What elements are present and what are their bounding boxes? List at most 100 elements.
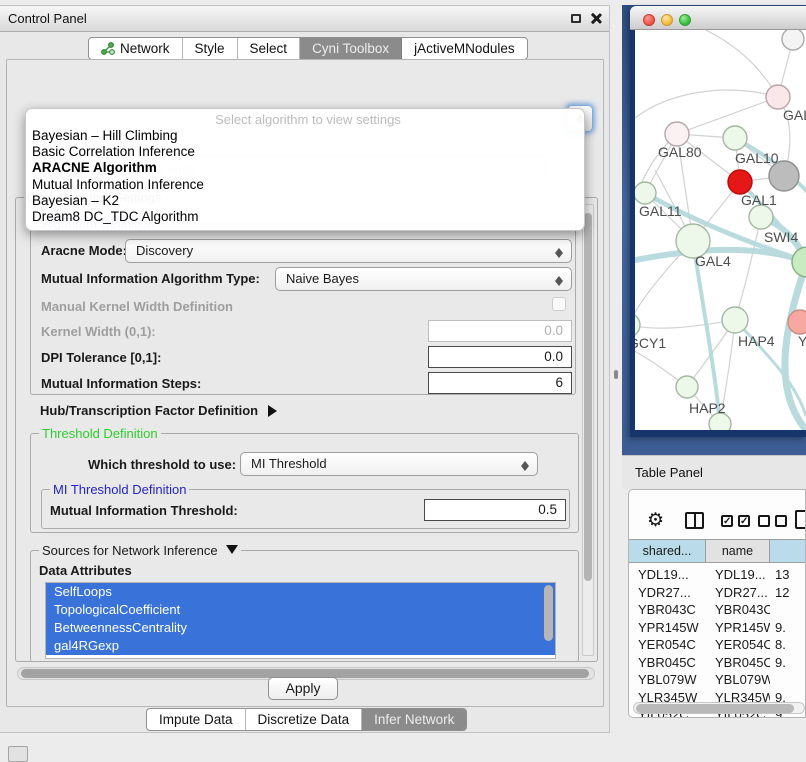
tab-label: Select	[250, 41, 288, 56]
settings-scrollbar-thumb[interactable]	[584, 213, 592, 581]
tab-cyni-toolbox[interactable]: Cyni Toolbox	[300, 38, 402, 59]
group-title: Threshold Definition	[39, 426, 161, 441]
column-header-partial[interactable]	[770, 540, 806, 562]
cell: YDR27...	[706, 584, 770, 602]
hub-tf-label: Hub/Transcription Factor Definition	[40, 403, 258, 418]
table-row[interactable]: YER054CYER054C8.	[629, 636, 806, 654]
which-threshold-select[interactable]: MI Threshold	[240, 452, 538, 476]
dropdown-placeholder: Select algorithm to view settings	[32, 112, 584, 128]
mi-type-label: Mutual Information Algorithm Type:	[41, 271, 260, 286]
table-row[interactable]: YBR043CYBR043C	[629, 601, 806, 619]
tab-impute-data[interactable]: Impute Data	[147, 709, 246, 730]
unchecked-checkbox-icon[interactable]	[758, 515, 770, 527]
node-gal-partial[interactable]	[766, 85, 790, 109]
table-header-row: shared... name	[629, 539, 806, 563]
dropdown-item-selected[interactable]: ARACNE Algorithm	[32, 160, 584, 176]
node-partial-right-green[interactable]	[792, 247, 806, 277]
close-traffic-light-icon[interactable]	[643, 14, 655, 26]
tab-label: Style	[195, 41, 225, 56]
split-columns-icon[interactable]	[685, 512, 704, 529]
node-hap4[interactable]	[722, 307, 748, 333]
dropdown-item[interactable]: Bayesian – K2	[32, 193, 584, 209]
tab-discretize-data[interactable]: Discretize Data	[246, 709, 363, 730]
cell: YDR27...	[629, 584, 706, 602]
attribute-item[interactable]: TopologicalCoefficient	[46, 601, 555, 619]
tab-jactivemnodules[interactable]: jActiveMNodules	[402, 38, 527, 59]
node-label: GAL	[783, 107, 806, 123]
node-gal10[interactable]	[723, 126, 747, 150]
checked-checkbox-icon[interactable]: ✓	[721, 515, 733, 527]
node-y-partial[interactable]	[788, 310, 806, 334]
node-hap2[interactable]	[676, 376, 698, 398]
dropdown-item[interactable]: Basic Correlation Inference	[32, 144, 584, 160]
minimize-traffic-light-icon[interactable]	[661, 14, 673, 26]
threshold-definition-group: Threshold Definition Which threshold to …	[30, 433, 579, 533]
tab-label: Infer Network	[374, 712, 454, 727]
node-partial-top[interactable]	[782, 30, 804, 50]
control-panel-tabbar: Network Style Select Cyni Toolbox jActiv…	[88, 37, 528, 60]
network-canvas[interactable]: GAL GAL80 GAL10 GAL1 GAL11 SWI4 GAL4 GCY…	[635, 30, 806, 430]
which-threshold-label: Which threshold to use:	[88, 457, 236, 472]
apply-button[interactable]: Apply	[268, 677, 338, 700]
list-scrollbar-thumb[interactable]	[544, 585, 553, 641]
table-row[interactable]: YDL19...YDL19...13	[629, 566, 806, 584]
table-row[interactable]: YBR045CYBR045C9.	[629, 654, 806, 672]
node-label: Y	[798, 333, 806, 349]
sources-toggle[interactable]: Sources for Network Inference	[39, 543, 241, 560]
table-row[interactable]: YBL079WYBL079W	[629, 671, 806, 689]
attribute-item[interactable]: BetweennessCentrality	[46, 619, 555, 637]
table-row[interactable]: YDR27...YDR27...12	[629, 584, 806, 602]
kernel-width-field[interactable]: 0.0	[428, 320, 572, 342]
manual-kernel-checkbox[interactable]	[552, 297, 566, 311]
aracne-mode-select[interactable]: Discovery	[125, 239, 572, 263]
dropdown-item[interactable]: Mutual Information Inference	[32, 177, 584, 193]
gear-icon[interactable]: ⚙	[647, 511, 664, 530]
attribute-item[interactable]: gal4RGexp	[46, 637, 555, 655]
cell: YPR145W	[629, 619, 706, 637]
cell: YPR145W	[706, 619, 770, 637]
attribute-item[interactable]: SelfLoops	[46, 583, 555, 601]
table-row[interactable]: YPR145WYPR145W9.	[629, 619, 806, 637]
zoom-traffic-light-icon[interactable]	[679, 14, 691, 26]
cyni-algorithm-settings-group: Cyni Algorithm Settings Algorithm Defini…	[15, 197, 598, 662]
cyni-bottom-tabbar: Impute Data Discretize Data Infer Networ…	[146, 708, 467, 731]
column-header-shared[interactable]: shared...	[629, 540, 706, 562]
dpi-tolerance-field[interactable]: 0.0	[428, 346, 572, 368]
kernel-width-label: Kernel Width (0,1):	[41, 324, 156, 339]
checked-checkbox-icon[interactable]: ✓	[738, 515, 750, 527]
column-header-name[interactable]: name	[706, 540, 770, 562]
node-gal80[interactable]	[665, 122, 689, 146]
hub-tf-definition-toggle[interactable]: Hub/Transcription Factor Definition	[40, 403, 283, 418]
mi-threshold-field[interactable]: 0.5	[424, 499, 566, 521]
panel-splitter-handle[interactable]	[614, 370, 618, 379]
cell	[770, 601, 806, 619]
dropdown-item[interactable]: Bayesian – Hill Climbing	[32, 128, 584, 144]
close-icon[interactable]	[590, 13, 601, 24]
node-swi4[interactable]	[749, 205, 773, 229]
mi-algorithm-type-select[interactable]: Naive Bayes	[275, 267, 572, 291]
table-hscrollbar[interactable]	[633, 702, 805, 714]
cell	[770, 671, 806, 689]
tab-style[interactable]: Style	[183, 38, 238, 59]
expanded-arrow-icon	[226, 545, 238, 560]
mi-steps-field[interactable]: 6	[428, 372, 572, 394]
document-icon[interactable]	[795, 510, 806, 529]
tab-network[interactable]: Network	[89, 38, 183, 59]
dropdown-item[interactable]: Dream8 DC_TDC Algorithm	[32, 209, 584, 225]
cyni-toolbox-panel: gal-filtered sif default node Select alg…	[6, 59, 604, 707]
node-gal11[interactable]	[635, 182, 656, 204]
node-label: GAL10	[735, 150, 779, 166]
node-gcy1[interactable]	[635, 313, 640, 337]
node-gal1[interactable]	[728, 170, 752, 194]
unchecked-checkbox-icon[interactable]	[775, 515, 787, 527]
float-window-icon[interactable]	[571, 14, 581, 23]
settings-scrollbar[interactable]	[582, 204, 594, 656]
cell: YBR043C	[629, 601, 706, 619]
control-panel-header: Control Panel	[0, 6, 609, 32]
minimized-panel-icon[interactable]	[8, 746, 28, 762]
tab-infer-network[interactable]: Infer Network	[362, 709, 466, 730]
table-hscrollbar-thumb[interactable]	[636, 704, 794, 713]
tab-select[interactable]: Select	[238, 38, 301, 59]
network-window-titlebar[interactable]	[630, 6, 806, 30]
mi-threshold-definition-group: MI Threshold Definition Mutual Informati…	[41, 489, 570, 529]
